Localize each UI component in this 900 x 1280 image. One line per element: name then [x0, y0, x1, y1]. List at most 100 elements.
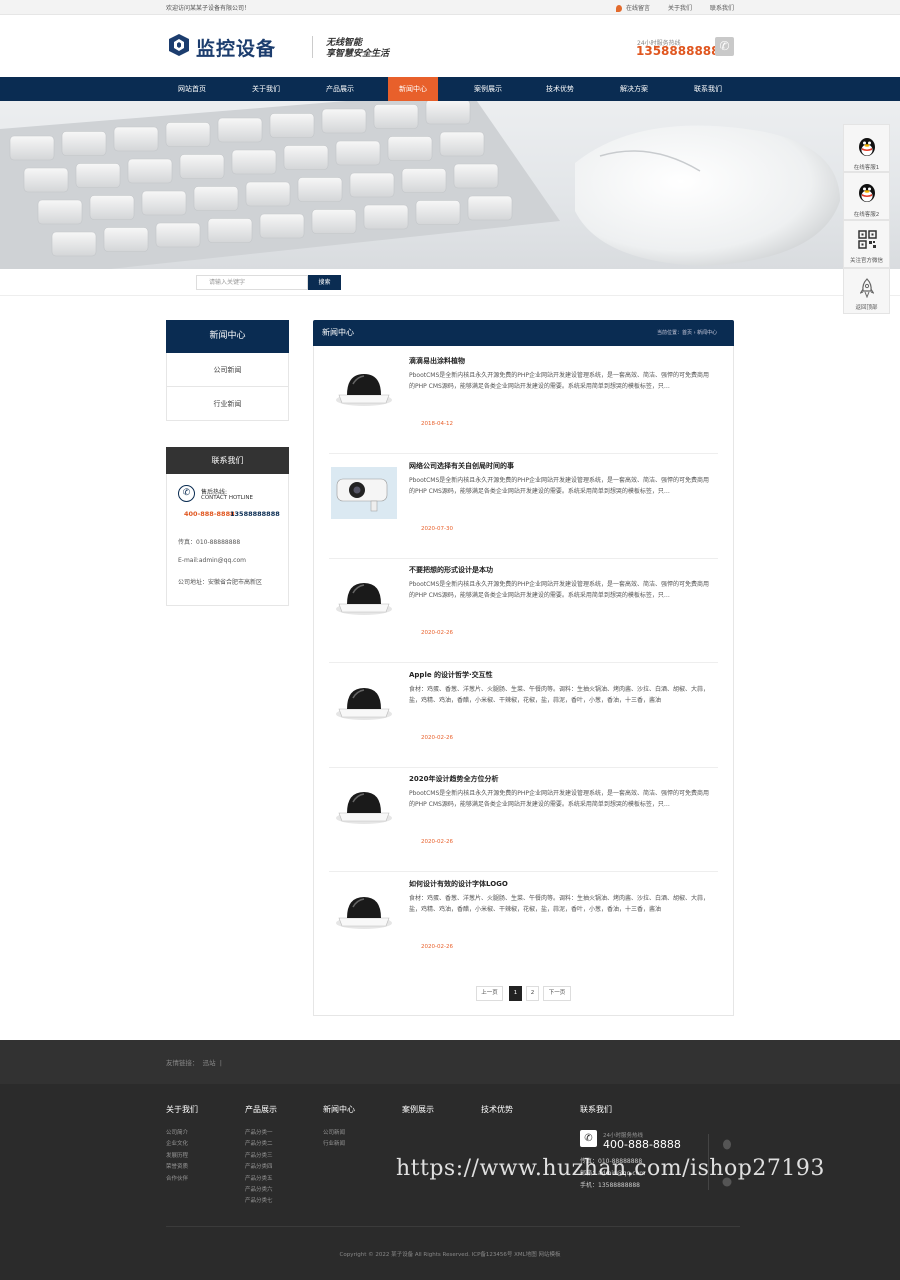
nav-cases[interactable]: 案例展示	[451, 77, 525, 101]
welcome-text: 欢迎访问某某子设备有限公司！	[166, 5, 251, 12]
keyboard-key	[23, 167, 69, 193]
nav-about[interactable]: 关于我们	[229, 77, 303, 101]
logo-divider	[312, 36, 313, 58]
footer-col-link[interactable]: 产品分类四	[245, 1162, 273, 1170]
footer-col-link[interactable]: 产品分类七	[245, 1196, 273, 1204]
news-item[interactable]: 网络公司选择有关自创局时间的事 PbootCMS是全新内核且永久开源免费的PHP企…	[329, 455, 718, 559]
news-item[interactable]: 不要把想的形式设计是本功 PbootCMS是全新内核且永久开源免费的PHP企业网站…	[329, 559, 718, 663]
footer-col-title[interactable]: 关于我们	[166, 1104, 198, 1115]
footer-col-link[interactable]: 产品分类三	[245, 1151, 273, 1159]
news-separator	[329, 871, 718, 872]
qq-penguin-icon	[859, 184, 875, 202]
news-desc: 食材：鸡蛋、香葱、洋葱片、火腿肠、生菜、午餐肉等。调料：生抽火锅油、烤肉酱、沙拉…	[409, 686, 710, 704]
news-item[interactable]: 2020年设计趋势全方位分析 PbootCMS是全新内核且永久开源免费的PHP企业…	[329, 768, 718, 872]
top-link-about[interactable]: 关于我们	[668, 3, 692, 12]
footer-col-link[interactable]: 产品分类五	[245, 1174, 273, 1182]
pager-page-1[interactable]: 1	[509, 986, 522, 1001]
news-title[interactable]: 如何设计有效的设计字体LOGO	[409, 879, 508, 889]
search-bar	[0, 269, 900, 296]
footer-col-link[interactable]: 企业文化	[166, 1139, 188, 1147]
logo-text[interactable]: 监控设备	[196, 34, 276, 61]
float-wechat[interactable]: 关注官方微信	[843, 220, 890, 268]
float-qq1[interactable]: 在线客服1	[843, 124, 890, 172]
nav-news[interactable]: 新闻中心	[388, 77, 438, 101]
keyboard-key	[141, 190, 187, 216]
footer-col-title[interactable]: 技术优势	[481, 1104, 513, 1115]
top-link-message[interactable]: 在线留言	[615, 3, 650, 12]
top-links: 在线留言 关于我们 联系我们	[615, 3, 734, 12]
camera-dome-thumb[interactable]	[331, 780, 397, 832]
news-date: 2020-07-30	[421, 526, 453, 532]
footer-col-link[interactable]: 产品分类一	[245, 1128, 273, 1136]
news-date: 2020-02-26	[421, 944, 453, 950]
news-item[interactable]: 如何设计有效的设计字体LOGO 食材：鸡蛋、香葱、洋葱片、火腿肠、生菜、午餐肉等。…	[329, 873, 718, 977]
nav-contact[interactable]: 联系我们	[671, 77, 745, 101]
camera-dome-thumb[interactable]	[331, 885, 397, 937]
header	[0, 15, 900, 77]
pin-icon	[615, 5, 622, 12]
keyboard-key	[179, 154, 225, 179]
logo-cube-icon[interactable]	[168, 33, 190, 57]
qq-penguin-icon	[859, 138, 875, 156]
footer-col-title[interactable]: 案例展示	[402, 1104, 434, 1115]
nav-products[interactable]: 产品展示	[303, 77, 377, 101]
search-button[interactable]: 搜索	[308, 275, 341, 290]
news-title[interactable]: 2020年设计趋势全方位分析	[409, 774, 498, 784]
keyboard-key	[387, 136, 433, 161]
news-item[interactable]: Apple 的设计哲学·交互性食材：鸡蛋、香葱、洋葱片、火腿肠、生菜、午餐肉等。…	[329, 664, 718, 768]
footer-col-link[interactable]: 行业新闻	[323, 1139, 345, 1147]
footer-col-link[interactable]: 荣誉资质	[166, 1162, 188, 1170]
search-input[interactable]: 请输入关键字	[196, 275, 308, 290]
news-title[interactable]: 不要把想的形式设计是本功	[409, 565, 493, 575]
keyboard-key	[9, 135, 55, 161]
news-title[interactable]: 滴滴易出涂料植物	[409, 356, 465, 366]
main-nav: 网站首页 关于我们 产品展示 新闻中心 案例展示 技术优势 解决方案 联系我们	[0, 77, 900, 101]
contact-mobile: 13588888888	[230, 510, 280, 518]
nav-tech[interactable]: 技术优势	[523, 77, 597, 101]
float-back-to-top[interactable]: 返回顶部	[843, 268, 890, 314]
qq-small-icon[interactable]	[721, 1138, 733, 1150]
camera-bullet-thumb[interactable]	[331, 467, 397, 519]
contact-email: E-mail:admin@qq.com	[178, 557, 246, 564]
news-title[interactable]: 网络公司选择有关自创局时间的事	[409, 461, 514, 471]
keyboard-key	[373, 104, 419, 129]
footer-col-link[interactable]: 公司简介	[166, 1128, 188, 1136]
news-item[interactable]: 滴滴易出涂料植物 PbootCMS是全新内核且永久开源免费的PHP企业网站开发建设…	[329, 350, 718, 454]
friend-link-item[interactable]: 迅站	[203, 1059, 216, 1067]
keyboard-key	[207, 218, 253, 243]
top-link-contact[interactable]: 联系我们	[710, 3, 734, 12]
camera-dome-thumb[interactable]	[331, 676, 397, 728]
footer-col-title[interactable]: 联系我们	[580, 1104, 612, 1115]
footer-bottom-divider	[166, 1226, 740, 1227]
keyboard-key	[155, 222, 201, 248]
camera-dome-thumb[interactable]	[331, 362, 397, 414]
footer-col-title[interactable]: 新闻中心	[323, 1104, 355, 1115]
pager-prev[interactable]: 上一页	[476, 986, 503, 1001]
pager-page-2[interactable]: 2	[526, 986, 539, 1001]
breadcrumb[interactable]: 当前位置：首页 › 新闻中心	[657, 329, 717, 336]
footer-col-link[interactable]: 产品分类六	[245, 1185, 273, 1193]
pager-next[interactable]: 下一页	[543, 986, 571, 1001]
footer-col-link[interactable]: 合作伙伴	[166, 1174, 188, 1182]
nav-solutions[interactable]: 解决方案	[597, 77, 671, 101]
news-title[interactable]: Apple 的设计哲学·交互性	[409, 670, 493, 680]
camera-dome-thumb[interactable]	[331, 571, 397, 623]
news-date: 2020-02-26	[421, 735, 453, 741]
sidebar-item-industry-news[interactable]: 行业新闻	[166, 387, 289, 421]
keyboard-key	[467, 195, 513, 221]
phone-icon: ✆	[715, 37, 734, 56]
keyboard-key	[61, 131, 107, 156]
footer-col-link[interactable]: 产品分类二	[245, 1139, 273, 1147]
keyboard-key	[439, 131, 485, 157]
copyright: Copyright © 2022 某子设备 All Rights Reserve…	[339, 1252, 561, 1258]
nav-home[interactable]: 网站首页	[155, 77, 229, 101]
footer-col-link[interactable]: 发展历程	[166, 1151, 188, 1159]
friend-links: 友情链接： 迅站 |	[166, 1059, 222, 1067]
keyboard-key	[51, 231, 97, 257]
news-date: 2020-02-26	[421, 839, 453, 845]
footer-col-link[interactable]: 公司新闻	[323, 1128, 345, 1136]
footer-col-title[interactable]: 产品展示	[245, 1104, 277, 1115]
sidebar-item-company-news[interactable]: 公司新闻	[166, 353, 289, 387]
keyboard-key	[401, 168, 447, 193]
float-qq2[interactable]: 在线客服2	[843, 172, 890, 220]
